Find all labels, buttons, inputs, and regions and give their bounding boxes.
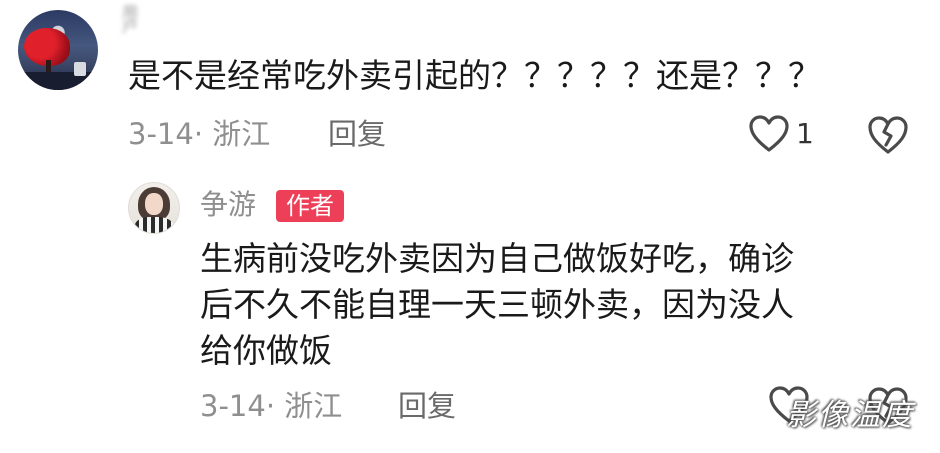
reply-text-line: 生病前没吃外卖因为自己做饭好吃，确诊 [200, 239, 794, 278]
reply-button[interactable]: 回复 [328, 116, 386, 152]
comment-text: 是不是经常吃外卖引起的？？？？？还是？？？ [128, 56, 821, 95]
avatar-body-shape [135, 217, 173, 233]
avatar-ground-shape [18, 72, 98, 90]
author-badge: 作者 [276, 190, 344, 222]
watermark-logo: 影像温度 [786, 398, 914, 433]
author-avatar[interactable] [128, 182, 180, 234]
reply-button[interactable]: 回复 [398, 388, 456, 424]
comment-meta: 3-14· 浙江 [128, 117, 271, 151]
reply-text-line: 后不久不能自理一天三顿外卖，因为没人 [200, 285, 794, 324]
commenter-username[interactable]: 用户 [122, 5, 152, 35]
avatar-face-shape [145, 193, 163, 215]
broken-heart-icon[interactable] [866, 115, 910, 155]
heart-outline-icon[interactable] [748, 115, 790, 153]
commenter-avatar[interactable] [18, 10, 98, 90]
author-username[interactable]: 争游 [200, 186, 256, 224]
like-count: 1 [796, 117, 814, 150]
reply-meta: 3-14· 浙江 [200, 389, 343, 423]
avatar-figure-shape [74, 62, 86, 76]
reply-text: 生病前没吃外卖因为自己做饭好吃，确诊 后不久不能自理一天三顿外卖，因为没人 给你… [200, 236, 900, 374]
reply-text-line: 给你做饭 [200, 331, 332, 370]
